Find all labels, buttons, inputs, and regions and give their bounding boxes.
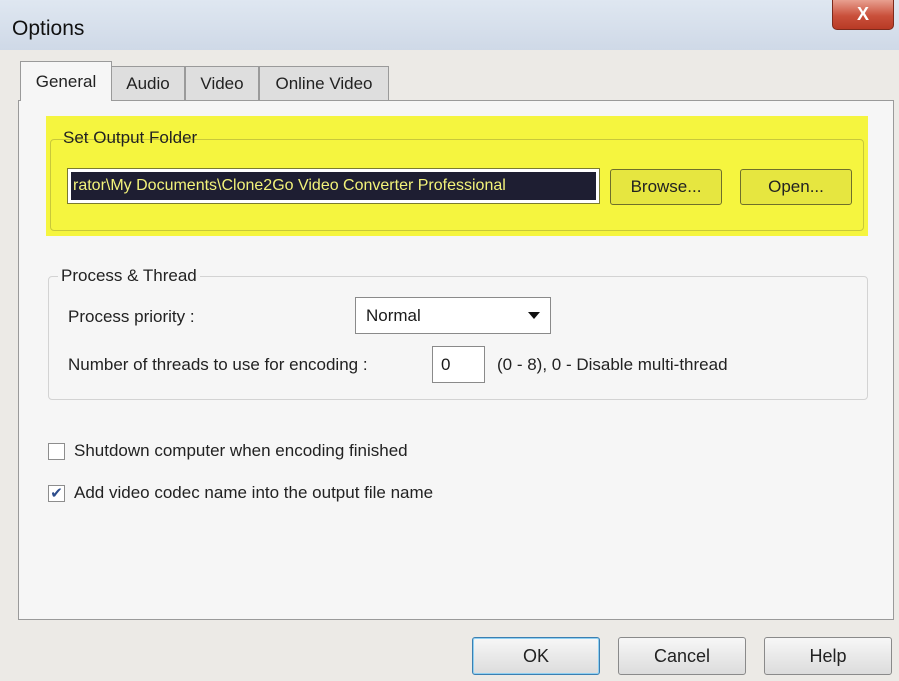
checkmark-icon: ✔: [50, 485, 63, 502]
cancel-button-label: Cancel: [653, 645, 711, 666]
open-button-label: Open...: [768, 177, 824, 196]
open-button[interactable]: Open...: [740, 169, 852, 205]
tab-audio[interactable]: Audio: [111, 66, 185, 100]
threads-hint: (0 - 8), 0 - Disable multi-thread: [497, 355, 728, 374]
threads-label: Number of threads to use for encoding :: [68, 355, 368, 374]
threads-value: 0: [441, 354, 451, 374]
process-priority-label: Process priority :: [68, 307, 195, 326]
tab-online-video-label: Online Video: [275, 73, 373, 93]
output-folder-path-value: rator\My Documents\Clone2Go Video Conver…: [71, 172, 596, 200]
window-title: Options: [12, 17, 85, 40]
threads-input[interactable]: 0: [432, 346, 485, 383]
output-folder-group-label: Set Output Folder: [63, 128, 198, 147]
close-icon: X: [856, 4, 869, 24]
process-thread-group-label: Process & Thread: [58, 266, 200, 286]
tab-general[interactable]: General: [20, 61, 112, 101]
shutdown-label: Shutdown computer when encoding finished: [74, 441, 408, 460]
close-button[interactable]: X: [832, 0, 894, 30]
options-window: Options X General Audio Video Online Vid…: [0, 0, 899, 681]
cancel-button[interactable]: Cancel: [618, 637, 746, 675]
tab-video-label: Video: [200, 73, 244, 93]
output-folder-path-input[interactable]: rator\My Documents\Clone2Go Video Conver…: [67, 168, 600, 204]
browse-button[interactable]: Browse...: [610, 169, 722, 205]
ok-button-label: OK: [522, 645, 549, 666]
dropdown-arrow-icon: [528, 312, 540, 319]
browse-button-label: Browse...: [630, 177, 702, 196]
tab-general-label: General: [35, 71, 97, 91]
tab-audio-label: Audio: [126, 73, 170, 93]
shutdown-checkbox[interactable]: [48, 443, 65, 460]
ok-button[interactable]: OK: [472, 637, 600, 675]
process-priority-value: Normal: [366, 305, 421, 325]
codec-name-checkbox[interactable]: ✔: [48, 485, 65, 502]
help-button[interactable]: Help: [764, 637, 892, 675]
codec-name-label: Add video codec name into the output fil…: [74, 483, 434, 502]
title-bar[interactable]: Options X: [0, 0, 899, 50]
tab-video[interactable]: Video: [185, 66, 259, 100]
tab-online-video[interactable]: Online Video: [259, 66, 389, 100]
process-priority-select[interactable]: Normal: [355, 297, 551, 334]
help-button-label: Help: [809, 645, 847, 666]
